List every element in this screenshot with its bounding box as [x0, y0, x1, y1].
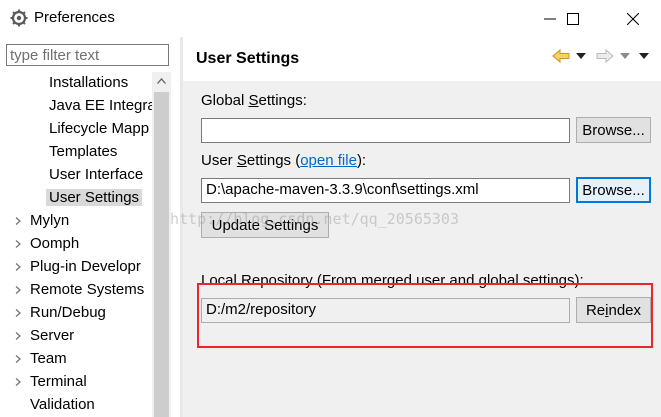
page-title: User Settings — [196, 50, 300, 67]
forward-arrow-icon[interactable] — [596, 48, 614, 64]
filter-input[interactable] — [6, 44, 169, 66]
global-settings-label: Global Settings: — [201, 92, 307, 109]
tree-item-label: Server — [30, 327, 75, 344]
back-menu-chevron-icon[interactable] — [576, 53, 586, 59]
tree-item-label: Templates — [49, 143, 118, 160]
scroll-up-arrow-icon — [157, 78, 166, 84]
global-browse-button[interactable]: Browse... — [576, 117, 651, 143]
tree-item[interactable]: Oomph — [0, 233, 152, 256]
tree-item-label: Run/Debug — [30, 304, 106, 321]
tree-item[interactable]: Validation — [0, 394, 152, 417]
chevron-right-icon[interactable] — [13, 377, 23, 387]
tree-item-label: Team — [30, 350, 67, 367]
user-browse-button[interactable]: Browse... — [576, 177, 651, 203]
tree-item[interactable]: Templates — [0, 141, 152, 164]
chevron-right-icon[interactable] — [13, 216, 23, 226]
tree-item-label: Validation — [30, 396, 95, 413]
chevron-right-icon[interactable] — [13, 354, 23, 364]
tree-item[interactable]: Mylyn — [0, 210, 152, 233]
tree-item[interactable]: Installations — [0, 72, 152, 95]
tree-item-label: Java EE Integra — [49, 97, 152, 114]
tree-item[interactable]: Java EE Integra — [0, 95, 152, 118]
tree-item-label: Oomph — [30, 235, 80, 252]
tree-item-label: User Interface — [49, 166, 144, 183]
tree-item[interactable]: Plug-in Developr — [0, 256, 152, 279]
chevron-right-icon[interactable] — [13, 285, 23, 295]
user-settings-label: User Settings (open file): — [201, 152, 367, 169]
reindex-button[interactable]: Re i ndex — [576, 297, 651, 323]
tree-item-label: User Settings — [46, 189, 143, 206]
tree-item-label: Lifecycle Mapp — [49, 120, 150, 137]
preferences-tree: Installations Java EE Integra Lifecycle Ma… — [0, 72, 152, 417]
back-arrow-icon[interactable] — [552, 48, 570, 64]
tree-item[interactable]: Server — [0, 325, 152, 348]
tree-item-label: Remote Systems — [30, 281, 145, 298]
forward-menu-chevron-icon[interactable] — [620, 53, 630, 59]
local-repository-label: Local Repository (From merged user and g… — [201, 272, 584, 289]
tree-scroll-thumb[interactable] — [154, 92, 169, 417]
user-settings-input[interactable]: D:\apache-maven-3.3.9\conf\settings.xml — [201, 178, 570, 203]
title-bar: Preferences — [0, 0, 661, 37]
update-settings-button[interactable]: Update Settings — [201, 212, 329, 238]
chevron-right-icon[interactable] — [13, 239, 23, 249]
tree-item-label: Mylyn — [30, 212, 70, 229]
view-menu-chevron-icon[interactable] — [639, 53, 649, 59]
close-button[interactable] — [610, 0, 656, 37]
chevron-right-icon[interactable] — [13, 308, 23, 318]
tree-item[interactable]: Lifecycle Mapp — [0, 118, 152, 141]
global-settings-input[interactable] — [201, 118, 570, 143]
close-icon — [627, 12, 639, 25]
eclipse-gear-icon — [10, 9, 28, 27]
tree-item[interactable]: User Settings — [0, 187, 152, 210]
chevron-right-icon[interactable] — [13, 331, 23, 341]
maximize-button[interactable] — [550, 0, 596, 37]
tree-item[interactable]: User Interface — [0, 164, 152, 187]
chevron-right-icon[interactable] — [13, 262, 23, 272]
tree-item[interactable]: Terminal — [0, 371, 152, 394]
scroll-up-button[interactable] — [152, 72, 171, 90]
maximize-icon — [567, 12, 579, 25]
tree-item[interactable]: Run/Debug — [0, 302, 152, 325]
local-repository-input[interactable]: D:/m2/repository — [201, 298, 570, 323]
tree-item-label: Terminal — [30, 373, 87, 390]
open-file-link[interactable]: open file — [300, 152, 357, 169]
tree-item[interactable]: Team — [0, 348, 152, 371]
tree-item-label: Installations — [49, 74, 129, 91]
tree-item[interactable]: Remote Systems — [0, 279, 152, 302]
page-bottom-edge — [183, 410, 661, 417]
window-title: Preferences — [34, 9, 115, 26]
tree-item-label: Plug-in Developr — [30, 258, 141, 275]
